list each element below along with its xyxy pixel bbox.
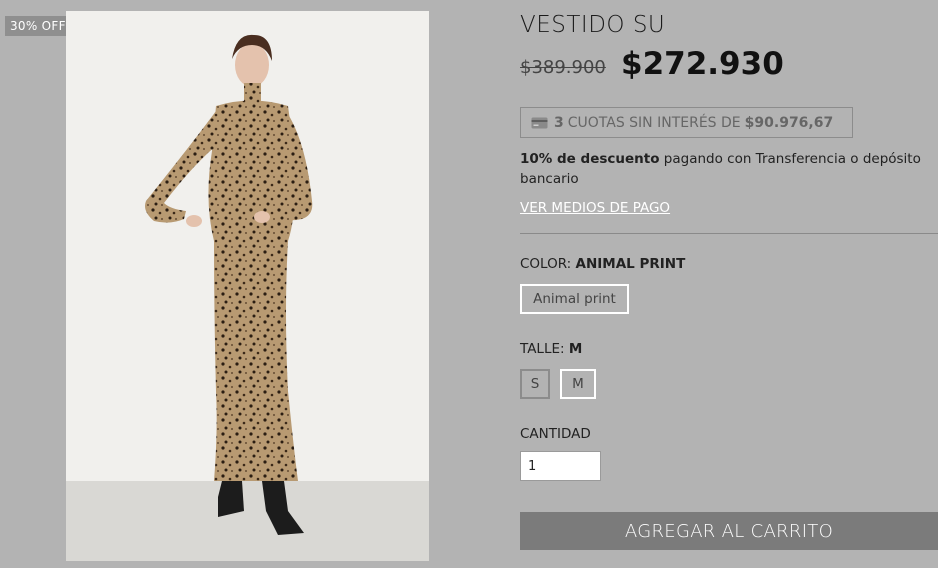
transfer-discount-text: 10% de descuento pagando con Transferenc…	[520, 149, 935, 189]
discount-badge: 30% OFF	[5, 16, 71, 36]
divider	[520, 233, 938, 234]
original-price: $389.900	[520, 57, 606, 78]
product-image[interactable]	[66, 11, 429, 561]
installments-text: CUOTAS SIN INTERÉS DE	[567, 114, 741, 131]
size-option-s[interactable]: S	[520, 369, 550, 399]
current-price: $272.930	[621, 46, 784, 82]
color-label-text: COLOR:	[520, 256, 572, 272]
quantity-label: CANTIDAD	[520, 426, 591, 442]
model-photo-illustration	[66, 11, 429, 561]
product-title: VESTIDO SU	[520, 12, 666, 38]
color-label: COLOR: ANIMAL PRINT	[520, 256, 685, 272]
installments-box: 3 CUOTAS SIN INTERÉS DE $90.976,67	[520, 107, 853, 138]
discount-bold: 10% de descuento	[520, 151, 660, 167]
color-selected-value: ANIMAL PRINT	[575, 256, 686, 272]
size-label: TALLE: M	[520, 341, 582, 357]
add-to-cart-button[interactable]: AGREGAR AL CARRITO	[520, 512, 938, 550]
quantity-input[interactable]	[520, 451, 601, 481]
color-option-animal-print[interactable]: Animal print	[520, 284, 629, 314]
payment-methods-link[interactable]: VER MEDIOS DE PAGO	[520, 200, 670, 216]
installments-amount: $90.976,67	[744, 114, 834, 131]
size-selected-value: M	[568, 341, 583, 357]
size-option-m[interactable]: M	[560, 369, 596, 399]
installments-count: 3	[554, 114, 564, 131]
credit-card-icon	[531, 117, 548, 128]
size-label-text: TALLE:	[520, 341, 565, 357]
